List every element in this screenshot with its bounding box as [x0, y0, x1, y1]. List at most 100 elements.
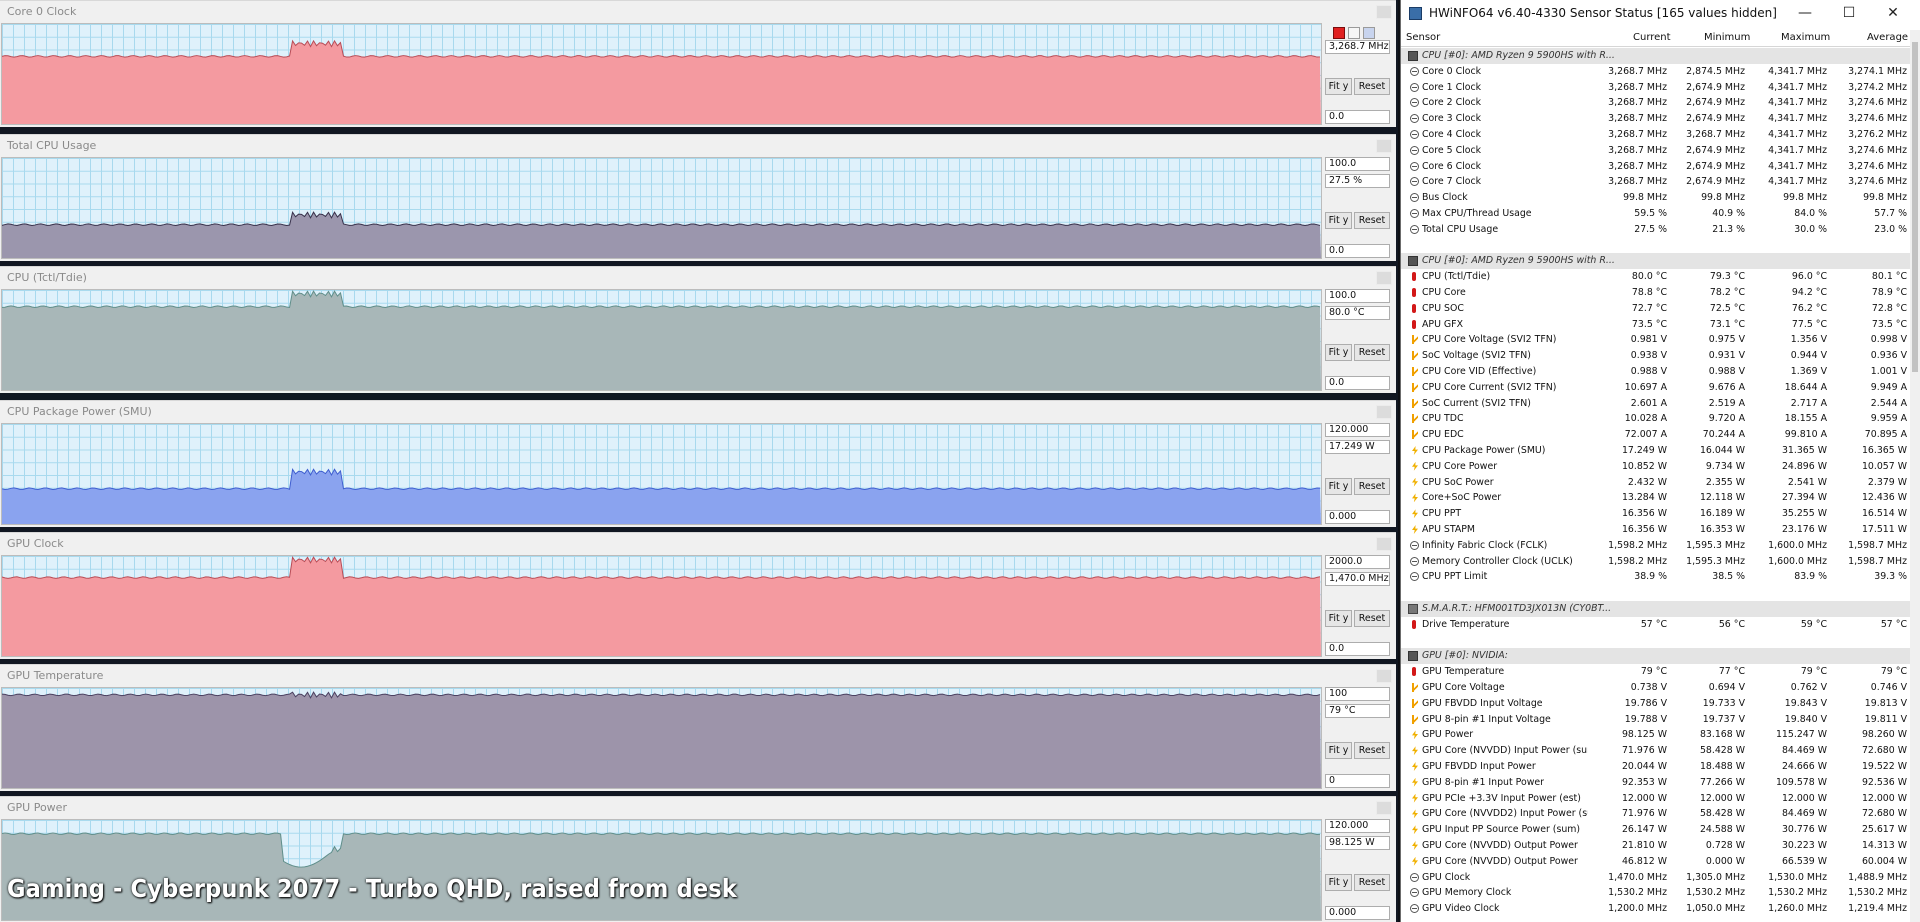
sensor-row[interactable]: Core 4 Clock 3,268.7 MHz 3,268.7 MHz 4,341.… — [1401, 127, 1920, 143]
graph-close-icon[interactable] — [1376, 537, 1392, 551]
sensor-row[interactable]: GPU Core (NVVDD2) Input Power (sum) 71.97… — [1401, 806, 1920, 822]
graph-close-icon[interactable] — [1376, 5, 1392, 19]
sensor-group-header[interactable]: S.M.A.R.T.: HFM001TD3JX013N (CY0BT... — [1401, 601, 1920, 617]
reset-button[interactable]: Reset — [1354, 610, 1390, 627]
sensor-row[interactable]: Core 3 Clock 3,268.7 MHz 2,674.9 MHz 4,341.… — [1401, 111, 1920, 127]
graph-close-icon[interactable] — [1376, 669, 1392, 683]
sensor-row[interactable]: Total CPU Usage 27.5 % 21.3 % 30.0 % 23.0 % — [1401, 222, 1920, 238]
sensor-row[interactable]: CPU Core Power 10.852 W 9.734 W 24.896 W 10.… — [1401, 459, 1920, 475]
sensor-row[interactable]: CPU Core Voltage (SVI2 TFN) 0.981 V 0.975 … — [1401, 332, 1920, 348]
sensor-row[interactable]: Bus Clock 99.8 MHz 99.8 MHz 99.8 MHz 99.8 MH… — [1401, 190, 1920, 206]
graph-tool-icon[interactable] — [1348, 27, 1360, 39]
sensor-row[interactable]: CPU PPT Limit 38.9 % 38.5 % 83.9 % 39.3 % — [1401, 569, 1920, 585]
sensor-row[interactable]: Infinity Fabric Clock (FCLK) 1,598.2 MHz 1… — [1401, 538, 1920, 554]
sensor-row[interactable]: CPU SoC Power 2.432 W 2.355 W 2.541 W 2.379 … — [1401, 475, 1920, 491]
graph-close-icon[interactable] — [1376, 405, 1392, 419]
graph-window[interactable]: Core 0 Clock 3,268.7 MHz Fit y Reset 0.0 — [0, 0, 1396, 127]
sensor-row[interactable]: CPU EDC 72.007 A 70.244 A 99.810 A 70.895 A — [1401, 427, 1920, 443]
sensor-row[interactable]: CPU Core VID (Effective) 0.988 V 0.988 V 1.… — [1401, 364, 1920, 380]
graph-max-field[interactable]: 120.000 — [1325, 819, 1390, 833]
reset-button[interactable]: Reset — [1354, 344, 1390, 361]
color-swatch-icon[interactable] — [1333, 27, 1345, 39]
fit-y-button[interactable]: Fit y — [1325, 874, 1352, 891]
sensor-row[interactable]: GPU Core (NVVDD) Output Power 46.812 W 0.0… — [1401, 854, 1920, 870]
graph-max-field[interactable]: 100.0 — [1325, 289, 1390, 303]
reset-button[interactable]: Reset — [1354, 78, 1390, 95]
column-minimum[interactable]: Minimum — [1704, 32, 1750, 43]
sensor-row[interactable]: GPU 8-pin #1 Input Voltage 19.788 V 19.737… — [1401, 712, 1920, 728]
sensor-row[interactable]: GPU 8-pin #1 Input Power 92.353 W 77.266 W… — [1401, 775, 1920, 791]
sensor-row[interactable]: Core 0 Clock 3,268.7 MHz 2,874.5 MHz 4,341.… — [1401, 64, 1920, 80]
sensor-row[interactable]: CPU Package Power (SMU) 17.249 W 16.044 W 3… — [1401, 443, 1920, 459]
sensor-row[interactable]: Core 7 Clock 3,268.7 MHz 2,674.9 MHz 4,341.… — [1401, 174, 1920, 190]
sensor-row[interactable]: GPU FBVDD Input Voltage 19.786 V 19.733 V 1… — [1401, 696, 1920, 712]
sensor-row[interactable]: GPU FBVDD Input Power 20.044 W 18.488 W 24.… — [1401, 759, 1920, 775]
graph-min-field[interactable]: 0.000 — [1325, 510, 1390, 524]
sensor-row[interactable]: GPU Power 98.125 W 83.168 W 115.247 W 98.260… — [1401, 727, 1920, 743]
graph-min-field[interactable]: 0.000 — [1325, 906, 1390, 920]
sensor-row[interactable]: GPU Core (NVVDD) Output Power 21.810 W 0.7… — [1401, 838, 1920, 854]
graph-window[interactable]: CPU (Tctl/Tdie) 100.0 80.0 °C Fit y Reset 0.0 — [0, 266, 1396, 393]
graph-close-icon[interactable] — [1376, 801, 1392, 815]
column-average[interactable]: Average — [1867, 32, 1908, 43]
sensor-row[interactable]: GPU Video Clock 1,200.0 MHz 1,050.0 MHz 1,2… — [1401, 901, 1920, 917]
fit-y-button[interactable]: Fit y — [1325, 78, 1352, 95]
reset-button[interactable]: Reset — [1354, 212, 1390, 229]
column-sensor[interactable]: Sensor — [1406, 32, 1440, 43]
graph-window[interactable]: CPU Package Power (SMU) 120.000 17.249 W Fi… — [0, 400, 1396, 527]
sensor-row[interactable]: GPU PCIe +3.3V Input Power (est) 12.000 W… — [1401, 791, 1920, 807]
minimize-icon[interactable]: — — [1791, 4, 1819, 22]
graph-max-field[interactable]: 100 — [1325, 687, 1390, 701]
graph-min-field[interactable]: 0.0 — [1325, 110, 1390, 124]
reset-button[interactable]: Reset — [1354, 874, 1390, 891]
graph-max-field[interactable]: 100.0 — [1325, 157, 1390, 171]
sensor-row[interactable]: APU STAPM 16.356 W 16.353 W 23.176 W 17.511 … — [1401, 522, 1920, 538]
sensor-row[interactable]: Core+SoC Power 13.284 W 12.118 W 27.394 W 12… — [1401, 490, 1920, 506]
sensor-row[interactable]: GPU Core (NVVDD) Input Power (sum) 71.976… — [1401, 743, 1920, 759]
sensor-row[interactable]: GPU Temperature 79 °C 77 °C 79 °C 79 °C — [1401, 664, 1920, 680]
graph-min-field[interactable]: 0.0 — [1325, 642, 1390, 656]
graph-min-field[interactable]: 0 — [1325, 774, 1390, 788]
sensor-row[interactable]: Core 5 Clock 3,268.7 MHz 2,674.9 MHz 4,341.… — [1401, 143, 1920, 159]
sensor-row[interactable]: CPU TDC 10.028 A 9.720 A 18.155 A 9.959 A — [1401, 411, 1920, 427]
graph-min-field[interactable]: 0.0 — [1325, 376, 1390, 390]
sensor-row[interactable]: SoC Voltage (SVI2 TFN) 0.938 V 0.931 V 0.94… — [1401, 348, 1920, 364]
sensor-row[interactable]: CPU PPT 16.356 W 16.189 W 35.255 W 16.514 W — [1401, 506, 1920, 522]
graph-window[interactable]: GPU Power 120.000 98.125 W Fit y Reset 0.000 — [0, 796, 1396, 922]
graph-window[interactable]: Total CPU Usage 100.0 27.5 % Fit y Reset 0.0 — [0, 134, 1396, 261]
graph-tool-icon[interactable] — [1363, 27, 1375, 39]
column-current[interactable]: Current — [1633, 32, 1671, 43]
close-icon[interactable]: ✕ — [1879, 4, 1907, 22]
sensor-row[interactable]: Max CPU/Thread Usage 59.5 % 40.9 % 84.0 % 57… — [1401, 206, 1920, 222]
sensor-group-header[interactable]: GPU [#0]: NVIDIA: — [1401, 648, 1920, 665]
scrollbar-thumb[interactable] — [1912, 42, 1918, 372]
graph-close-icon[interactable] — [1376, 271, 1392, 285]
graph-close-icon[interactable] — [1376, 139, 1392, 153]
vertical-scrollbar[interactable] — [1910, 30, 1920, 922]
reset-button[interactable]: Reset — [1354, 478, 1390, 495]
maximize-icon[interactable]: ☐ — [1835, 4, 1863, 22]
fit-y-button[interactable]: Fit y — [1325, 212, 1352, 229]
sensor-row[interactable]: CPU Core 78.8 °C 78.2 °C 94.2 °C 78.9 °C — [1401, 285, 1920, 301]
sensor-row[interactable]: SoC Current (SVI2 TFN) 2.601 A 2.519 A 2.71… — [1401, 396, 1920, 412]
fit-y-button[interactable]: Fit y — [1325, 344, 1352, 361]
sensor-row[interactable]: GPU Input PP Source Power (sum) 26.147 W 2… — [1401, 822, 1920, 838]
sensor-group-header[interactable]: CPU [#0]: AMD Ryzen 9 5900HS with R... — [1401, 253, 1920, 270]
sensor-row[interactable]: GPU Core Voltage 0.738 V 0.694 V 0.762 V 0.7… — [1401, 680, 1920, 696]
graph-max-field[interactable]: 2000.0 — [1325, 555, 1390, 569]
title-bar[interactable]: HWiNFO64 v6.40-4330 Sensor Status [165 v… — [1401, 0, 1920, 28]
sensor-row[interactable]: CPU Core Current (SVI2 TFN) 10.697 A 9.676… — [1401, 380, 1920, 396]
sensor-row[interactable]: Core 2 Clock 3,268.7 MHz 2,674.9 MHz 4,341.… — [1401, 95, 1920, 111]
sensor-row[interactable]: GPU Clock 1,470.0 MHz 1,305.0 MHz 1,530.0 M… — [1401, 870, 1920, 886]
graph-min-field[interactable]: 0.0 — [1325, 244, 1390, 258]
graph-max-field[interactable]: 120.000 — [1325, 423, 1390, 437]
sensor-group-header[interactable]: CPU [#0]: AMD Ryzen 9 5900HS with R... — [1401, 48, 1920, 64]
fit-y-button[interactable]: Fit y — [1325, 478, 1352, 495]
sensor-row[interactable]: CPU (Tctl/Tdie) 80.0 °C 79.3 °C 96.0 °C 80.1… — [1401, 269, 1920, 285]
fit-y-button[interactable]: Fit y — [1325, 742, 1352, 759]
sensor-row[interactable]: CPU SOC 72.7 °C 72.5 °C 76.2 °C 72.8 °C — [1401, 301, 1920, 317]
sensor-row[interactable]: Core 6 Clock 3,268.7 MHz 2,674.9 MHz 4,341.… — [1401, 159, 1920, 175]
graph-window[interactable]: GPU Temperature 100 79 °C Fit y Reset 0 — [0, 664, 1396, 791]
sensor-row[interactable]: APU GFX 73.5 °C 73.1 °C 77.5 °C 73.5 °C — [1401, 317, 1920, 333]
column-maximum[interactable]: Maximum — [1781, 32, 1830, 43]
